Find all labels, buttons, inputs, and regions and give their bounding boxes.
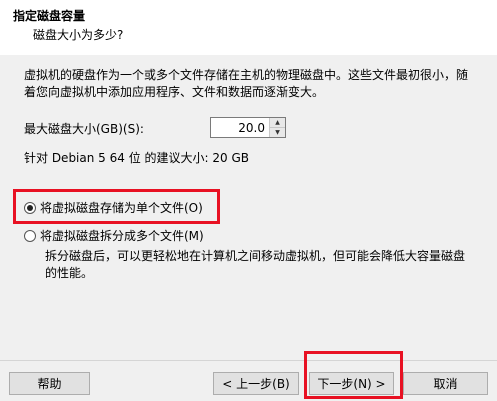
back-button[interactable]: < 上一步(B) <box>213 372 299 395</box>
disk-size-value[interactable]: 20.0 <box>238 121 265 135</box>
disk-size-stepper[interactable]: 20.0 ▲ ▼ <box>210 117 286 138</box>
multi-file-label[interactable]: 将虚拟磁盘拆分成多个文件(M) <box>40 227 204 244</box>
wizard-header: 指定磁盘容量 磁盘大小为多少? <box>0 0 497 55</box>
multi-file-radio[interactable] <box>24 229 36 242</box>
disk-size-label: 最大磁盘大小(GB)(S): <box>24 122 144 136</box>
cancel-button[interactable]: 取消 <box>403 372 488 395</box>
help-button[interactable]: 帮助 <box>9 372 90 395</box>
stepper-buttons: ▲ ▼ <box>269 118 285 137</box>
recommended-size-text: 针对 Debian 5 64 位 的建议大小: 20 GB <box>24 151 249 165</box>
single-file-radio[interactable] <box>24 201 36 214</box>
split-description: 拆分磁盘后，可以更轻松地在计算机之间移动虚拟机，但可能会降低大容量磁盘的性能。 <box>45 249 466 280</box>
single-file-option[interactable]: 将虚拟磁盘存储为单个文件(O) <box>24 199 203 216</box>
stepper-down-icon[interactable]: ▼ <box>270 127 285 137</box>
description-text: 虚拟机的硬盘作为一个或多个文件存储在主机的物理磁盘中。这些文件最初很小，随着您向… <box>24 68 469 99</box>
stepper-up-icon[interactable]: ▲ <box>270 118 285 127</box>
page-subtitle: 磁盘大小为多少? <box>33 28 124 42</box>
header-divider <box>0 54 497 55</box>
page-title: 指定磁盘容量 <box>13 9 86 23</box>
single-file-label[interactable]: 将虚拟磁盘存储为单个文件(O) <box>40 199 203 216</box>
multi-file-option[interactable]: 将虚拟磁盘拆分成多个文件(M) <box>24 227 204 244</box>
footer-divider <box>0 360 497 361</box>
next-button[interactable]: 下一步(N) > <box>309 372 394 395</box>
